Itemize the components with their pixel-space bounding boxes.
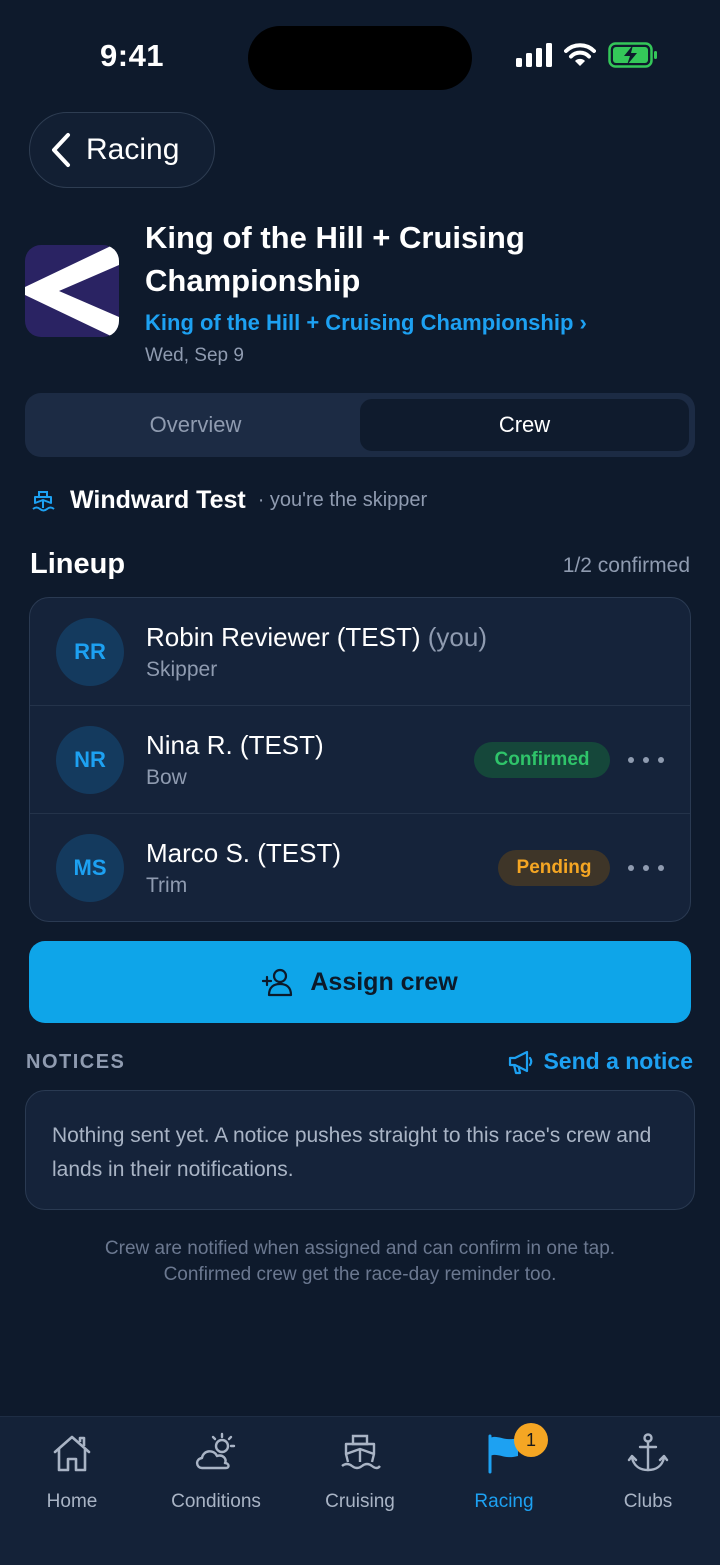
event-date: Wed, Sep 9 <box>145 345 244 366</box>
assign-crew-button[interactable]: Assign crew <box>29 941 691 1023</box>
dot-icon <box>658 865 664 871</box>
bottom-tab-bar: Home Conditions Cruising 1 Racing Clubs <box>0 1416 720 1565</box>
tab-label: Cruising <box>325 1491 395 1512</box>
notification-badge: 1 <box>514 1423 548 1457</box>
crew-info-note: Crew are notified when assigned and can … <box>0 1236 720 1288</box>
add-person-icon <box>262 968 293 997</box>
back-button[interactable]: Racing <box>29 112 215 188</box>
tab-label: Racing <box>474 1491 534 1512</box>
segmented-control: Overview Crew <box>25 393 695 457</box>
status-time: 9:41 <box>100 38 165 73</box>
tab-label: Clubs <box>623 1491 673 1512</box>
anchor-icon <box>627 1433 669 1472</box>
event-title: King of the Hill + Cruising Championship <box>145 220 525 298</box>
back-button-label: Racing <box>86 133 180 166</box>
tab-home[interactable]: Home <box>0 1417 144 1527</box>
lineup-confirmed-count: 1/2 confirmed <box>562 554 690 577</box>
crew-name-text: Robin Reviewer (TEST) <box>146 622 421 652</box>
boat-info: Windward Test · you're the skipper <box>30 486 427 515</box>
dynamic-island <box>248 26 472 90</box>
crew-row[interactable]: RR Robin Reviewer (TEST) (you) Skipper <box>30 598 690 706</box>
crew-row[interactable]: MS Marco S. (TEST) Trim Pending <box>30 814 690 921</box>
crew-name: Robin Reviewer (TEST) (you) <box>146 622 487 653</box>
crew-name: Marco S. (TEST) <box>146 838 342 868</box>
wifi-icon <box>564 43 596 66</box>
tab-conditions[interactable]: Conditions <box>144 1417 288 1527</box>
tab-label: Home <box>46 1491 98 1512</box>
more-options-button[interactable] <box>628 746 664 774</box>
status-icons <box>516 42 658 68</box>
boat-icon <box>32 490 55 511</box>
dot-icon <box>658 757 664 763</box>
tab-racing[interactable]: 1 Racing <box>432 1417 576 1527</box>
more-options-button[interactable] <box>628 854 664 882</box>
dot-icon <box>628 757 634 763</box>
event-logo <box>25 245 119 337</box>
avatar: NR <box>56 726 124 794</box>
event-series-link[interactable]: King of the Hill + Cruising Championship… <box>145 310 587 336</box>
avatar: RR <box>56 618 124 686</box>
boat-icon <box>341 1434 381 1470</box>
crew-role: Bow <box>146 766 187 789</box>
weather-icon <box>195 1432 236 1470</box>
notices-title: NOTICES <box>26 1051 126 1073</box>
crew-role: Skipper <box>146 658 218 681</box>
assign-crew-label: Assign crew <box>310 967 458 996</box>
lineup-card: RR Robin Reviewer (TEST) (you) Skipper N… <box>29 597 691 922</box>
home-icon <box>53 1435 91 1472</box>
notices-empty-card: Nothing sent yet. A notice pushes straig… <box>25 1090 695 1210</box>
battery-charging-icon <box>608 42 657 68</box>
app-screen: 9:41 Racing King of the Hill + Cruising … <box>0 0 720 1565</box>
tab-crew[interactable]: Crew <box>360 399 689 451</box>
dot-icon <box>643 865 649 871</box>
tab-overview[interactable]: Overview <box>31 399 360 451</box>
you-tag: (you) <box>427 622 487 652</box>
cellular-signal-icon <box>516 43 552 67</box>
crew-role: Trim <box>146 874 188 897</box>
send-notice-button[interactable]: Send a notice <box>507 1048 693 1075</box>
status-badge-pending: Pending <box>498 850 610 886</box>
send-notice-label: Send a notice <box>543 1048 693 1074</box>
boat-role-note: · you're the skipper <box>257 489 428 511</box>
lineup-title: Lineup <box>30 548 126 580</box>
boat-name: Windward Test <box>70 486 246 514</box>
chevron-left-icon <box>52 133 70 167</box>
crew-info-line: Confirmed crew get the race-day reminder… <box>163 1264 557 1285</box>
crew-row[interactable]: NR Nina R. (TEST) Bow Confirmed <box>30 706 690 814</box>
status-badge-confirmed: Confirmed <box>474 742 610 778</box>
megaphone-icon <box>509 1050 533 1074</box>
tab-label: Conditions <box>171 1491 261 1512</box>
avatar: MS <box>56 834 124 902</box>
tab-cruising[interactable]: Cruising <box>288 1417 432 1527</box>
crew-info-line: Crew are notified when assigned and can … <box>104 1238 616 1259</box>
dot-icon <box>643 757 649 763</box>
crew-name: Nina R. (TEST) <box>146 730 324 760</box>
tab-clubs[interactable]: Clubs <box>576 1417 720 1527</box>
event-logo-chevron-icon <box>25 245 119 337</box>
dot-icon <box>628 865 634 871</box>
